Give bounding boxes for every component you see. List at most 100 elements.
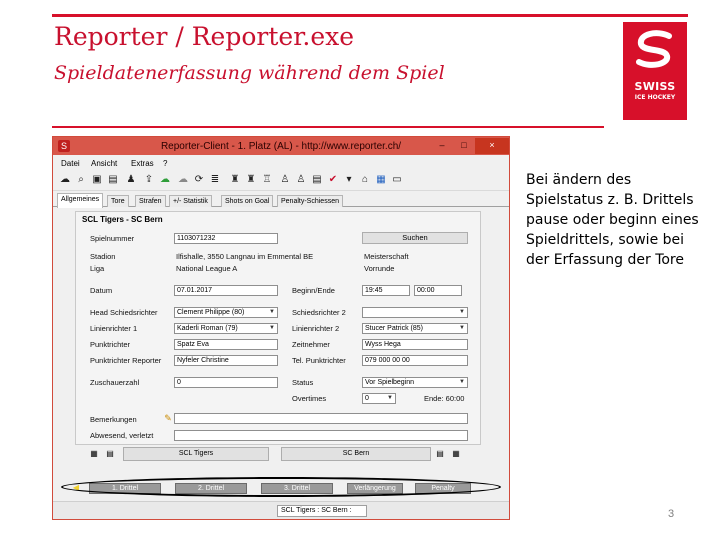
slide-subtitle: Spieldatenerfassung während dem Spiel — [54, 62, 445, 84]
tab-allgemeines[interactable]: Allgemeines — [57, 193, 104, 208]
head-schiedsrichter-select[interactable]: Clement Philippe (80) ▼ — [174, 307, 278, 318]
status-select[interactable]: Vor Spielbeginn ▼ — [362, 377, 468, 388]
refresh-icon[interactable]: ⟳ — [193, 174, 205, 186]
punktrichter-reporter-label: Punktrichter Reporter — [90, 356, 162, 365]
punktrichter-reporter-input[interactable]: Nyfeler Christine — [174, 355, 278, 366]
ende-time-value: Ende: 60:00 — [424, 394, 465, 403]
tab-plus-minus-statistik[interactable]: +/- Statistik — [169, 195, 212, 207]
swiss-ice-hockey-emblem-icon — [636, 30, 672, 68]
overtimes-label: Overtimes — [292, 394, 327, 403]
search-icon[interactable]: ⌕ — [75, 174, 87, 186]
linienrichter-1-value: Kaderli Roman (79) — [177, 325, 238, 332]
menu-help[interactable]: ? — [163, 159, 167, 168]
head-schiedsrichter-value: Clement Philippe (80) — [177, 309, 245, 316]
page-number: 3 — [668, 508, 675, 520]
punktrichter-input[interactable]: Spatz Eva — [174, 339, 278, 350]
chevron-down-icon: ▼ — [387, 395, 393, 401]
schiedsrichter-2-select[interactable]: ▼ — [362, 307, 468, 318]
beginn-ende-label: Beginn/Ende — [292, 286, 335, 295]
tab-shots-on-goal[interactable]: Shots on Goal — [221, 195, 274, 207]
punktrichter-label: Punktrichter — [90, 340, 131, 349]
title-underline — [52, 126, 604, 128]
team-away-icon[interactable]: ♜ — [245, 174, 257, 186]
dropdown-icon[interactable]: ▾ — [343, 174, 355, 186]
tel-punktrichter-label: Tel. Punktrichter — [292, 356, 346, 365]
zuschauerzahl-input[interactable]: 0 — [174, 377, 278, 388]
menu-extras[interactable]: Extras — [131, 159, 154, 168]
edit-note-icon[interactable]: ✎ — [162, 412, 174, 424]
menu-datei[interactable]: Datei — [61, 159, 80, 168]
vorrunde-value: Vorrunde — [364, 264, 395, 273]
cloud-upload-icon[interactable]: ☁ — [159, 174, 171, 186]
minimize-button[interactable]: – — [431, 138, 453, 154]
lineup-away-icon[interactable]: ♙ — [295, 174, 307, 186]
status-value: Vor Spielbeginn — [365, 379, 415, 386]
tab-strafen[interactable]: Strafen — [135, 195, 166, 207]
home-icon[interactable]: ⌂ — [359, 174, 371, 186]
bemerkungen-label: Bemerkungen — [90, 415, 137, 424]
stadion-value: Ilfishalle, 3550 Langnau im Emmental BE — [176, 252, 314, 261]
list-icon[interactable]: ≣ — [209, 174, 221, 186]
spielnummer-input[interactable]: 1103071232 — [174, 233, 278, 244]
cloud-icon[interactable]: ☁ — [177, 174, 189, 186]
meisterschaft-value: Meisterschaft — [364, 252, 409, 261]
lineup-icon[interactable]: ♙ — [279, 174, 291, 186]
linienrichter-1-label: Linienrichter 1 — [90, 324, 138, 333]
top-rule — [52, 14, 688, 17]
suchen-button[interactable]: Suchen — [362, 232, 468, 244]
slide-description: Bei ändern des Spielstatus z. B. Drittel… — [526, 172, 699, 268]
chevron-down-icon: ▼ — [269, 325, 275, 331]
home-lock-icon[interactable]: ▤ — [105, 449, 115, 459]
away-team-button[interactable]: SC Bern — [281, 447, 431, 461]
roster-icon[interactable]: ♖ — [261, 174, 273, 186]
zuschauerzahl-label: Zuschauerzahl — [90, 378, 140, 387]
abwesend-verletzt-input[interactable] — [174, 430, 468, 441]
logo-text-ice-hockey: ICE HOCKEY — [634, 94, 676, 101]
abwesend-verletzt-label: Abwesend, verletzt — [90, 431, 154, 440]
datum-label: Datum — [90, 286, 113, 295]
overtimes-select[interactable]: 0 ▼ — [362, 393, 396, 404]
tab-tore[interactable]: Tore — [107, 195, 129, 207]
away-lock-icon[interactable]: ▤ — [435, 449, 445, 459]
overtimes-value: 0 — [365, 395, 369, 402]
liga-value: National League A — [176, 264, 238, 273]
game-info-panel: SCL Tigers - SC Bern Spielnummer 1103071… — [75, 211, 481, 445]
status-bar: SCL Tigers : SC Bern : — [53, 501, 509, 519]
score-status: SCL Tigers : SC Bern : — [277, 505, 367, 517]
logo-text-swiss: SWISS — [634, 80, 676, 93]
home-lineup-icon[interactable]: ▦ — [89, 449, 99, 459]
window-titlebar[interactable]: S Reporter-Client - 1. Platz (AL) - http… — [53, 137, 509, 155]
ende-input[interactable]: 00:00 — [414, 285, 462, 296]
linienrichter-2-value: Stucer Patrick (85) — [365, 325, 423, 332]
tab-penalty-schiessen[interactable]: Penalty-Schiessen — [277, 195, 343, 207]
panel-title: SCL Tigers - SC Bern — [82, 215, 163, 224]
bemerkungen-input[interactable] — [174, 413, 468, 424]
cloud-download-icon[interactable]: ☁ — [59, 174, 71, 186]
chevron-down-icon: ▼ — [459, 309, 465, 315]
clipboard-list-icon[interactable]: ▤ — [311, 174, 323, 186]
users-icon[interactable]: ♟ — [125, 174, 137, 186]
linienrichter-1-select[interactable]: Kaderli Roman (79) ▼ — [174, 323, 278, 334]
menu-ansicht[interactable]: Ansicht — [91, 159, 117, 168]
tel-punktrichter-input[interactable]: 079 000 00 00 — [362, 355, 468, 366]
chart-icon[interactable]: ▦ — [375, 174, 387, 186]
linienrichter-2-select[interactable]: Stucer Patrick (85) ▼ — [362, 323, 468, 334]
close-button[interactable]: × — [475, 138, 509, 154]
away-lineup-icon[interactable]: ▦ — [451, 449, 461, 459]
slide-title: Reporter / Reporter.exe — [54, 22, 355, 51]
monitor-icon[interactable]: ▭ — [391, 174, 403, 186]
linienrichter-2-label: Linienrichter 2 — [292, 324, 340, 333]
home-team-button[interactable]: SCL Tigers — [123, 447, 269, 461]
datum-input[interactable]: 07.01.2017 — [174, 285, 278, 296]
check-icon[interactable]: ✔ — [327, 174, 339, 186]
save-icon[interactable]: ▣ — [91, 174, 103, 186]
maximize-button[interactable]: □ — [453, 138, 475, 154]
schiedsrichter-2-label: Schiedsrichter 2 — [292, 308, 346, 317]
upload-icon[interactable]: ⇪ — [143, 174, 155, 186]
chevron-down-icon: ▼ — [269, 309, 275, 315]
clipboard-icon[interactable]: ▤ — [107, 174, 119, 186]
zeitnehmer-input[interactable]: Wyss Hega — [362, 339, 468, 350]
team-home-icon[interactable]: ♜ — [229, 174, 241, 186]
beginn-input[interactable]: 19:45 — [362, 285, 410, 296]
highlight-oval — [61, 477, 501, 497]
